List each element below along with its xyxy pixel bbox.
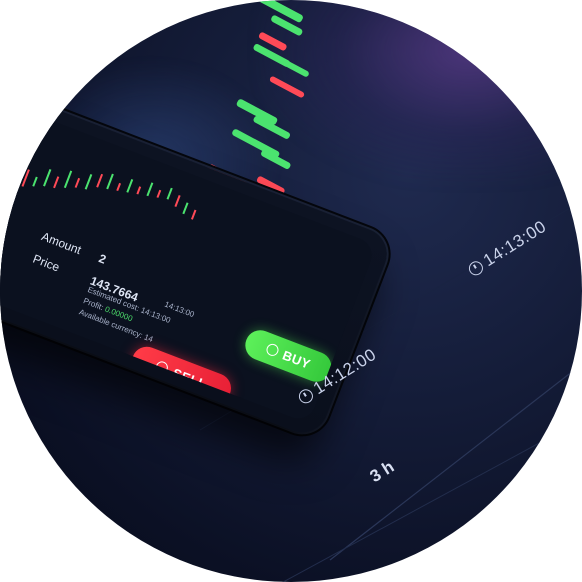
mini-candle [174, 195, 181, 207]
mini-candle [74, 177, 81, 188]
mini-candle [146, 182, 154, 197]
circle-icon [264, 341, 280, 358]
mini-candle [43, 168, 52, 187]
mini-candle [116, 182, 122, 192]
mini-candle [126, 178, 134, 193]
mini-candle [136, 186, 142, 195]
mini-candle [106, 173, 114, 190]
mini-candle [182, 202, 189, 215]
candle [269, 76, 305, 98]
mini-candle [53, 176, 60, 189]
background-disc: Amount 2 Price 143.7664 14:13:00 Estimat… [0, 0, 582, 582]
mini-candle [156, 189, 162, 198]
candle [285, 61, 309, 77]
mini-candle [10, 172, 18, 187]
mini-candle [84, 173, 93, 190]
mini-candle [63, 170, 73, 189]
available-value: 14 [142, 332, 155, 345]
amount-value[interactable]: 2 [97, 251, 108, 266]
mini-candle [21, 169, 30, 187]
buy-label: BUY [280, 347, 313, 372]
circle-icon [154, 359, 170, 376]
mini-candle [190, 209, 197, 220]
mini-candle [166, 187, 173, 200]
mini-candle [32, 176, 38, 187]
mini-candle [96, 173, 104, 188]
